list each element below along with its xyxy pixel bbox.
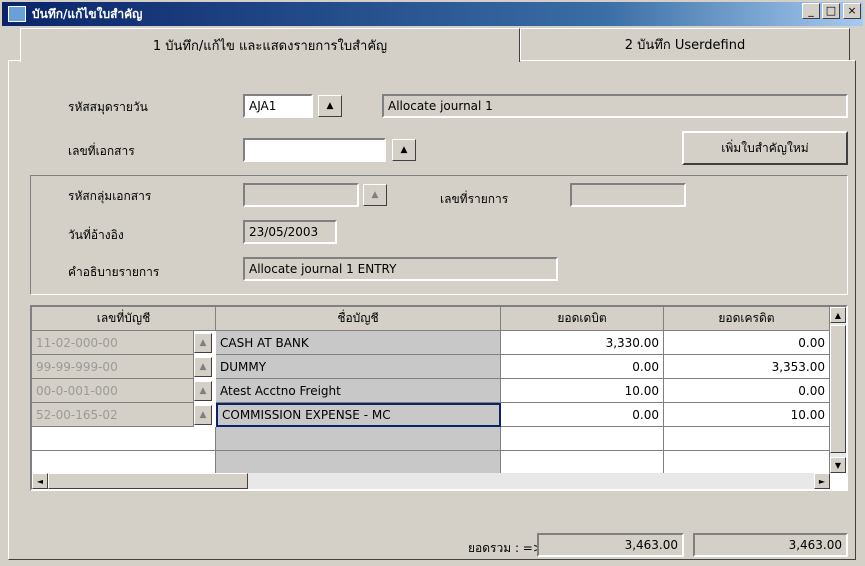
empty-cell[interactable] (32, 427, 216, 451)
account-lookup-icon[interactable]: ▲ (194, 381, 212, 401)
journal-code-input[interactable]: AJA1 (243, 94, 313, 118)
tab-voucher-entry[interactable]: 1 บันทึก/แก้ไข และแสดงรายการใบสำคัญ (20, 28, 520, 62)
table-row-credit[interactable]: 3,353.00 (664, 355, 830, 379)
table-row-credit[interactable]: 10.00 (664, 403, 830, 427)
voucher-window: บันทึก/แก้ไขใบสำคัญ _ □ × 1 บันทึก/แก้ไข… (0, 0, 865, 566)
table-row-debit[interactable]: 3,330.00 (501, 331, 664, 355)
total-credit-field: 3,463.00 (693, 533, 848, 557)
empty-cell[interactable] (216, 451, 501, 475)
doc-group-dropdown-icon[interactable]: ▲ (363, 184, 387, 206)
table-row-name[interactable]: CASH AT BANK (216, 331, 501, 355)
account-lookup-icon[interactable]: ▲ (194, 357, 212, 377)
total-debit-field: 3,463.00 (537, 533, 684, 557)
col-header-debit[interactable]: ยอดเดบิต (501, 307, 664, 331)
description-field: Allocate journal 1 ENTRY (243, 257, 558, 281)
tab-userdefind-label: 2 บันทึก Userdefind (624, 38, 746, 53)
window-title: บันทึก/แก้ไขใบสำคัญ (32, 6, 143, 21)
journal-desc-field: Allocate journal 1 (382, 94, 848, 118)
tab-voucher-entry-label: 1 บันทึก/แก้ไข และแสดงรายการใบสำคัญ (152, 39, 388, 54)
close-button[interactable]: × (843, 3, 861, 19)
empty-cell[interactable] (501, 451, 664, 475)
description-label: คำอธิบายรายการ (68, 265, 160, 279)
doc-group-input[interactable] (243, 183, 359, 207)
empty-cell[interactable] (32, 451, 216, 475)
journal-code-dropdown-icon[interactable]: ▲ (318, 95, 342, 117)
col-header-account-no[interactable]: เลขที่บัญชี (32, 307, 216, 331)
title-bar[interactable]: บันทึก/แก้ไขใบสำคัญ (2, 2, 863, 26)
table-row-name[interactable]: Atest Acctno Freight (216, 379, 501, 403)
col-header-credit[interactable]: ยอดเครดิต (664, 307, 830, 331)
empty-cell[interactable] (664, 451, 830, 475)
ref-date-label: วันที่อ้างอิง (68, 228, 124, 242)
empty-cell[interactable] (216, 427, 501, 451)
scroll-down-icon[interactable]: ▼ (830, 457, 846, 473)
doc-no-dropdown-icon[interactable]: ▲ (392, 139, 416, 161)
horizontal-scroll-thumb[interactable] (48, 473, 248, 489)
account-lookup-icon[interactable]: ▲ (194, 333, 212, 353)
scroll-right-icon[interactable]: ► (814, 473, 830, 489)
table-row-name[interactable]: DUMMY (216, 355, 501, 379)
table-row-name-selected[interactable]: COMMISSION EXPENSE - MC (216, 403, 501, 427)
scroll-left-icon[interactable]: ◄ (32, 473, 48, 489)
table-row-account[interactable]: 52-00-165-02 (32, 403, 194, 427)
journal-code-label: รหัสสมุดรายวัน (68, 100, 148, 114)
table-row-credit[interactable]: 0.00 (664, 331, 830, 355)
app-icon (8, 6, 26, 22)
doc-group-label: รหัสกลุ่มเอกสาร (68, 189, 152, 203)
item-no-field (570, 183, 686, 207)
tab-userdefind[interactable]: 2 บันทึก Userdefind (520, 28, 850, 60)
account-lookup-icon[interactable]: ▲ (194, 405, 212, 425)
journal-lines-grid[interactable]: เลขที่บัญชี ชื่อบัญชี ยอดเดบิต ยอดเครดิต… (30, 305, 848, 491)
scroll-thumb[interactable] (830, 325, 846, 453)
table-row-account[interactable]: 99-99-999-00 (32, 355, 194, 379)
table-row-debit[interactable]: 10.00 (501, 379, 664, 403)
ref-date-field: 23/05/2003 (243, 220, 337, 244)
new-voucher-button[interactable]: เพิ่มใบสำคัญใหม่ (682, 131, 848, 165)
table-row-credit[interactable]: 0.00 (664, 379, 830, 403)
item-no-label: เลขที่รายการ (440, 192, 509, 206)
doc-no-input[interactable] (243, 138, 386, 162)
table-row-account[interactable]: 00-0-001-000 (32, 379, 194, 403)
table-row-debit[interactable]: 0.00 (501, 355, 664, 379)
doc-no-label: เลขที่เอกสาร (68, 144, 135, 158)
maximize-button[interactable]: □ (822, 3, 840, 19)
minimize-button[interactable]: _ (802, 3, 820, 19)
totals-label: ยอดรวม : => (468, 541, 543, 555)
table-row-account[interactable]: 11-02-000-00 (32, 331, 194, 355)
empty-cell[interactable] (501, 427, 664, 451)
col-header-account-name[interactable]: ชื่อบัญชี (216, 307, 501, 331)
table-row-debit[interactable]: 0.00 (501, 403, 664, 427)
scroll-up-icon[interactable]: ▲ (830, 307, 846, 323)
empty-cell[interactable] (664, 427, 830, 451)
